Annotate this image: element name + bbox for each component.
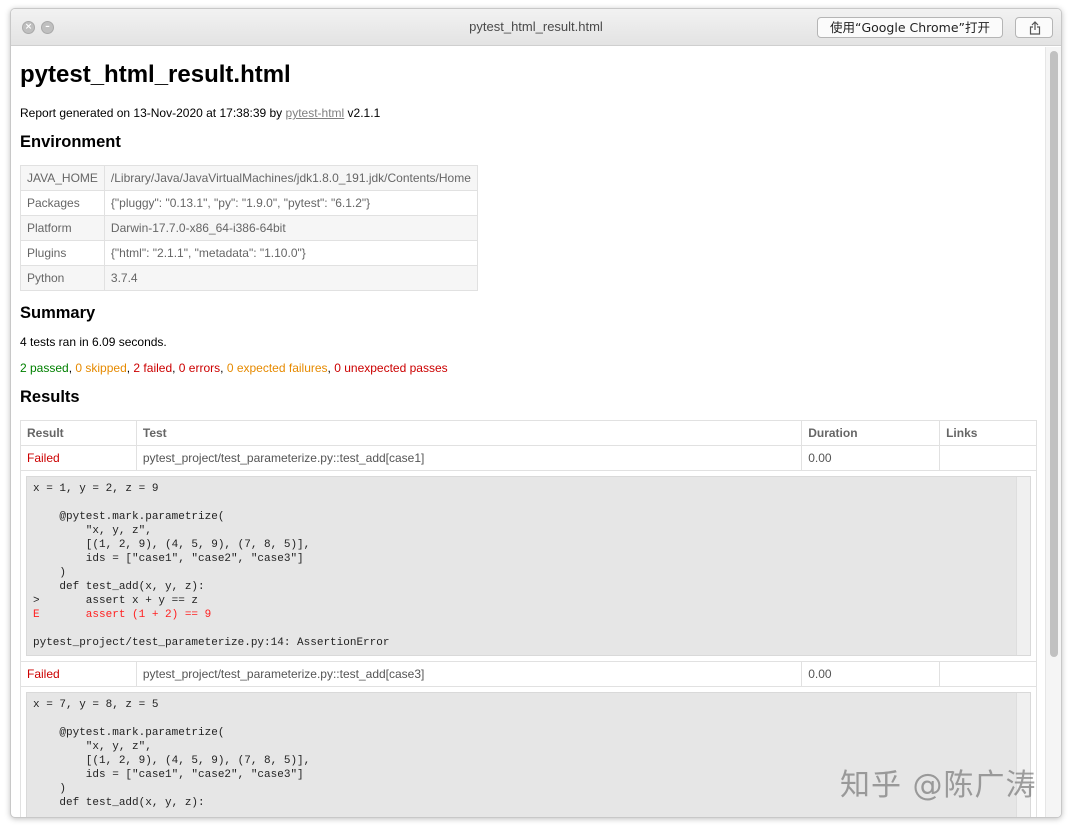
test-duration: 0.00 [801,445,941,471]
env-row: Packages {"pluggy": "0.13.1", "py": "1.9… [20,190,478,216]
env-value: /Library/Java/JavaVirtualMachines/jdk1.8… [103,165,478,191]
result-status: Failed [20,445,137,471]
env-value: {"html": "2.1.1", "metadata": "1.10.0"} [103,240,478,266]
separator: , [172,361,179,375]
table-row[interactable]: Failed pytest_project/test_parameterize.… [20,661,1037,687]
env-value: {"pluggy": "0.13.1", "py": "1.9.0", "pyt… [103,190,478,216]
open-in-chrome-button[interactable]: 使用“Google Chrome”打开 [817,17,1003,38]
failed-filter[interactable]: 2 failed [133,361,172,375]
environment-heading: Environment [20,133,121,151]
log-text: x = 7, y = 8, z = 5 @pytest.mark.paramet… [33,699,311,809]
env-key: JAVA_HOME [20,165,105,191]
results-header-row: Result Test Duration Links [20,420,1037,446]
skipped-filter[interactable]: 0 skipped [75,361,126,375]
env-key: Python [20,265,105,291]
test-name: pytest_project/test_parameterize.py::tes… [135,445,803,471]
env-row: JAVA_HOME /Library/Java/JavaVirtualMachi… [20,165,478,191]
xfailed-filter[interactable]: 0 expected failures [227,361,328,375]
log-scrollbar[interactable] [1016,477,1030,655]
separator: , [220,361,227,375]
generated-suffix: v2.1.1 [344,106,381,120]
env-key: Platform [20,215,105,241]
table-row[interactable]: Failed pytest_project/test_parameterize.… [20,445,1037,471]
sort-duration-column[interactable]: Duration [801,420,941,446]
env-row: Plugins {"html": "2.1.1", "metadata": "1… [20,240,478,266]
env-key: Plugins [20,240,105,266]
result-status: Failed [20,661,137,687]
page-scrollbar[interactable] [1045,47,1061,817]
share-icon [1029,21,1041,35]
test-links [939,661,1037,687]
errors-filter[interactable]: 0 errors [179,361,220,375]
sort-result-column[interactable]: Result [20,420,137,446]
env-row: Python 3.7.4 [20,265,478,291]
test-name: pytest_project/test_parameterize.py::tes… [135,661,803,687]
env-value: Darwin-17.7.0-x86_64-i386-64bit [103,215,478,241]
sort-test-column[interactable]: Test [135,420,803,446]
share-button[interactable] [1015,17,1053,38]
log-cell: x = 1, y = 2, z = 9 @pytest.mark.paramet… [20,470,1037,662]
results-heading: Results [20,388,80,406]
test-links [939,445,1037,471]
log-error-line: E assert (1 + 2) == 9 [33,609,212,621]
links-column: Links [939,420,1037,446]
generated-line: Report generated on 13-Nov-2020 at 17:38… [20,106,380,120]
environment-table: JAVA_HOME /Library/Java/JavaVirtualMachi… [20,165,478,291]
test-log: x = 1, y = 2, z = 9 @pytest.mark.paramet… [26,476,1031,656]
report-content: pytest_html_result.html Report generated… [11,47,1047,817]
results-table: Result Test Duration Links Failed pytest… [20,420,1037,817]
page-title: pytest_html_result.html [20,61,291,88]
log-text: x = 1, y = 2, z = 9 @pytest.mark.paramet… [33,483,311,607]
env-value: 3.7.4 [103,265,478,291]
test-duration: 0.00 [801,661,941,687]
watermark: 知乎 @陈广涛 [840,768,1037,803]
env-key: Packages [20,190,105,216]
scroll-thumb[interactable] [1050,51,1058,657]
log-row: x = 1, y = 2, z = 9 @pytest.mark.paramet… [20,470,1037,662]
env-row: Platform Darwin-17.7.0-x86_64-i386-64bit [20,215,478,241]
passed-filter[interactable]: 2 passed [20,361,69,375]
title-bar: × – pytest_html_result.html 使用“Google Ch… [11,9,1061,46]
pytest-html-link[interactable]: pytest-html [286,106,345,120]
browser-window: × – pytest_html_result.html 使用“Google Ch… [10,8,1062,818]
xpassed-filter[interactable]: 0 unexpected passes [334,361,447,375]
log-text-end: pytest_project/test_parameterize.py:14: … [33,637,390,649]
generated-prefix: Report generated on 13-Nov-2020 at 17:38… [20,106,286,120]
result-counts: 2 passed, 0 skipped, 2 failed, 0 errors,… [20,361,448,375]
tests-ran-text: 4 tests ran in 6.09 seconds. [20,335,167,349]
summary-heading: Summary [20,304,96,322]
